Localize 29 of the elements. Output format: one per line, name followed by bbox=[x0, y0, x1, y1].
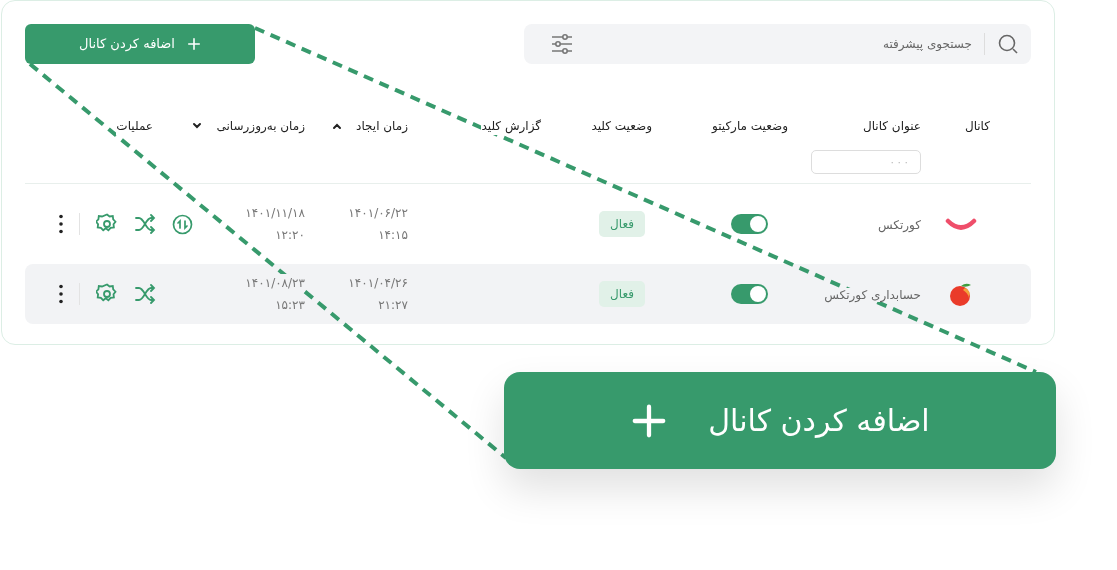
more-vertical-icon[interactable] bbox=[59, 284, 63, 304]
sync-icon[interactable] bbox=[172, 213, 193, 235]
updated-date: ۱۴۰۱/۰۸/۲۳ bbox=[245, 274, 305, 292]
search-icon bbox=[997, 33, 1019, 55]
search-field[interactable]: جستجوی پیشرفته bbox=[524, 24, 1031, 64]
status-badge: فعال bbox=[599, 211, 645, 237]
sort-down-icon[interactable] bbox=[192, 122, 203, 130]
channel-name: حسابداری کورتکس bbox=[824, 288, 921, 302]
created-date: ۱۴۰۱/۰۶/۲۲ bbox=[348, 205, 408, 222]
add-channel-button[interactable]: اضافه کردن کانال bbox=[25, 24, 255, 64]
table-row[interactable]: حسابداری کورتکس فعال ۱۴۰۱/۰۴/۲۶ ۲۱:۲۷ ۱۴۰۱/۰۸/۲۳ ۱۵:۲۳ bbox=[25, 264, 1031, 324]
filter-field[interactable]: · · · bbox=[811, 150, 921, 174]
add-channel-button-magnified: اضافه کردن کانال bbox=[504, 372, 1056, 469]
search-input[interactable]: جستجوی پیشرفته bbox=[574, 35, 972, 53]
status-badge: فعال bbox=[599, 281, 645, 307]
plus-icon bbox=[186, 37, 201, 51]
filter-sliders-icon[interactable] bbox=[550, 33, 574, 55]
sort-up-icon[interactable] bbox=[332, 122, 343, 130]
created-date: ۱۴۰۱/۰۴/۲۶ bbox=[348, 275, 408, 292]
more-vertical-icon[interactable] bbox=[59, 214, 63, 234]
shuffle-icon[interactable] bbox=[134, 284, 156, 304]
arc-icon bbox=[944, 218, 977, 230]
channel-name: کورتکس bbox=[878, 218, 921, 232]
created-time: ۱۴:۱۵ bbox=[378, 227, 408, 244]
shuffle-icon[interactable] bbox=[134, 214, 156, 234]
created-time: ۲۱:۲۷ bbox=[378, 297, 408, 314]
toggle-switch[interactable] bbox=[731, 214, 768, 234]
toggle-switch[interactable] bbox=[731, 284, 768, 304]
column-header: گزارش کلید bbox=[481, 117, 541, 135]
